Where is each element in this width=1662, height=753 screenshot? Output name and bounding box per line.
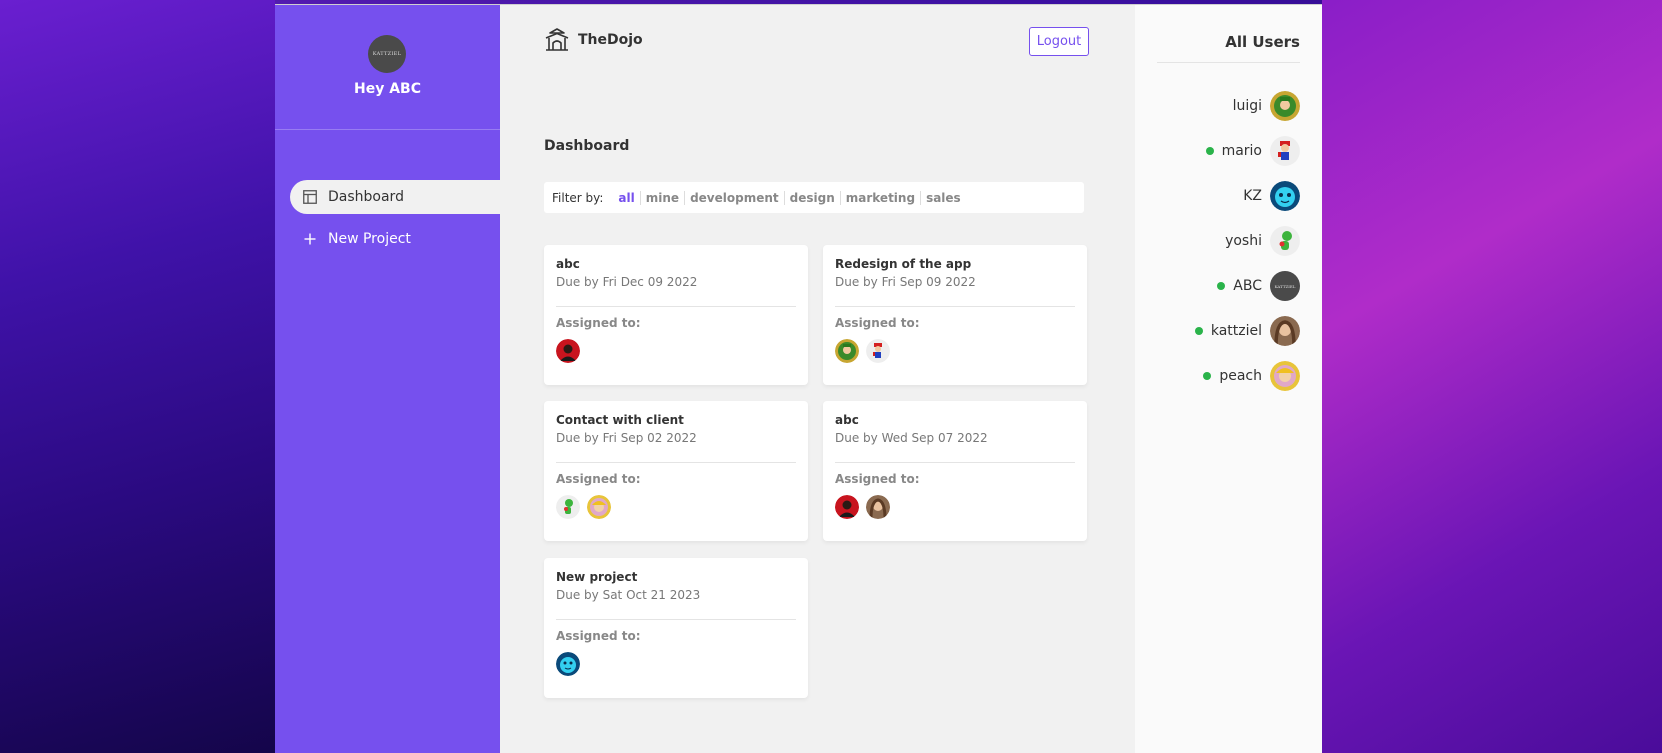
divider [835, 306, 1075, 307]
user-name: KZ [1243, 188, 1262, 204]
filter-label: Filter by: [552, 190, 604, 205]
avatar-text: KATTZIEL [1274, 283, 1296, 289]
assigned-label: Assigned to: [556, 629, 641, 643]
avatar [556, 339, 580, 363]
assignee-list [835, 339, 890, 363]
logo-text: TheDojo [578, 32, 643, 48]
users-panel: All Users luigi mario KZ yoshi ABC KATTZ… [1135, 5, 1322, 753]
avatar [556, 652, 580, 676]
filter-marketing[interactable]: marketing [841, 190, 922, 205]
project-card[interactable]: Contact with client Due by Fri Sep 02 20… [544, 401, 808, 541]
avatar [835, 339, 859, 363]
user-item-kattziel[interactable]: kattziel [1194, 316, 1300, 346]
filter-design[interactable]: design [785, 190, 841, 205]
user-item-yoshi[interactable]: yoshi [1225, 226, 1300, 256]
project-due-date: Due by Wed Sep 07 2022 [835, 431, 988, 445]
project-card[interactable]: abc Due by Fri Dec 09 2022 Assigned to: [544, 245, 808, 385]
avatar [866, 339, 890, 363]
avatar [1270, 91, 1300, 121]
divider [835, 462, 1075, 463]
avatar: KATTZIEL [368, 35, 406, 73]
sidebar-item-label: New Project [328, 231, 411, 247]
user-name: peach [1219, 368, 1262, 384]
assignee-list [556, 652, 580, 676]
project-card[interactable]: Redesign of the app Due by Fri Sep 09 20… [823, 245, 1087, 385]
sidebar-item-dashboard[interactable]: Dashboard [290, 180, 500, 214]
online-indicator [1194, 327, 1203, 335]
plus-icon [296, 233, 324, 245]
sidebar-item-label: Dashboard [328, 189, 404, 205]
assignee-list [556, 339, 580, 363]
avatar [556, 495, 580, 519]
divider [556, 619, 796, 620]
user-name: luigi [1232, 98, 1262, 114]
assigned-label: Assigned to: [556, 316, 641, 330]
assigned-label: Assigned to: [835, 472, 920, 486]
project-due-date: Due by Sat Oct 21 2023 [556, 588, 701, 602]
desktop-wallpaper-left [0, 0, 275, 753]
user-greeting: Hey ABC [354, 81, 421, 97]
avatar [1270, 181, 1300, 211]
sidebar-item-new-project[interactable]: New Project [290, 222, 500, 256]
user-name: kattziel [1210, 323, 1262, 339]
sidebar: KATTZIEL Hey ABC Dashboard New Project [275, 5, 500, 753]
avatar [1270, 316, 1300, 346]
user-name: yoshi [1225, 233, 1262, 249]
online-indicator [1217, 282, 1226, 290]
divider [556, 306, 796, 307]
logout-button[interactable]: Logout [1029, 27, 1089, 56]
sidebar-user: KATTZIEL Hey ABC [275, 5, 500, 130]
avatar [835, 495, 859, 519]
avatar [1270, 361, 1300, 391]
page-title: Dashboard [544, 138, 630, 154]
user-name: ABC [1233, 278, 1262, 294]
project-card[interactable]: abc Due by Wed Sep 07 2022 Assigned to: [823, 401, 1087, 541]
avatar [1270, 226, 1300, 256]
project-title: abc [835, 413, 859, 427]
logo[interactable]: TheDojo [544, 27, 643, 53]
main-content: TheDojo Logout Dashboard Filter by: all … [500, 5, 1110, 753]
app-window: KATTZIEL Hey ABC Dashboard New Project T… [275, 4, 1322, 753]
project-title: Redesign of the app [835, 257, 972, 271]
assignee-list [835, 495, 890, 519]
users-panel-title: All Users [1225, 33, 1300, 51]
project-title: Contact with client [556, 413, 684, 427]
filter-all[interactable]: all [613, 190, 641, 205]
assigned-label: Assigned to: [556, 472, 641, 486]
user-item-abc[interactable]: ABC KATTZIEL [1217, 271, 1300, 301]
online-indicator [1203, 372, 1212, 380]
filter-sales[interactable]: sales [921, 191, 966, 205]
project-due-date: Due by Fri Sep 09 2022 [835, 275, 976, 289]
avatar: KATTZIEL [1270, 271, 1300, 301]
avatar [587, 495, 611, 519]
filter-development[interactable]: development [685, 190, 785, 205]
project-title: New project [556, 570, 638, 584]
assigned-label: Assigned to: [835, 316, 920, 330]
temple-icon [545, 28, 569, 51]
avatar [866, 495, 890, 519]
dashboard-icon [296, 190, 324, 204]
user-item-kz[interactable]: KZ [1243, 181, 1300, 211]
desktop-wallpaper-right [1322, 0, 1662, 753]
divider [556, 462, 796, 463]
filter-mine[interactable]: mine [641, 190, 686, 205]
assignee-list [556, 495, 611, 519]
user-item-luigi[interactable]: luigi [1233, 91, 1300, 121]
user-item-peach[interactable]: peach [1203, 361, 1300, 391]
divider [1157, 62, 1300, 63]
project-title: abc [556, 257, 580, 271]
project-due-date: Due by Fri Dec 09 2022 [556, 275, 698, 289]
user-item-mario[interactable]: mario [1205, 136, 1300, 166]
filter-bar: Filter by: all mine development design m… [544, 182, 1084, 213]
avatar [1270, 136, 1300, 166]
user-name: mario [1221, 143, 1262, 159]
project-card[interactable]: New project Due by Sat Oct 21 2023 Assig… [544, 558, 808, 698]
online-indicator [1205, 147, 1214, 155]
project-due-date: Due by Fri Sep 02 2022 [556, 431, 697, 445]
